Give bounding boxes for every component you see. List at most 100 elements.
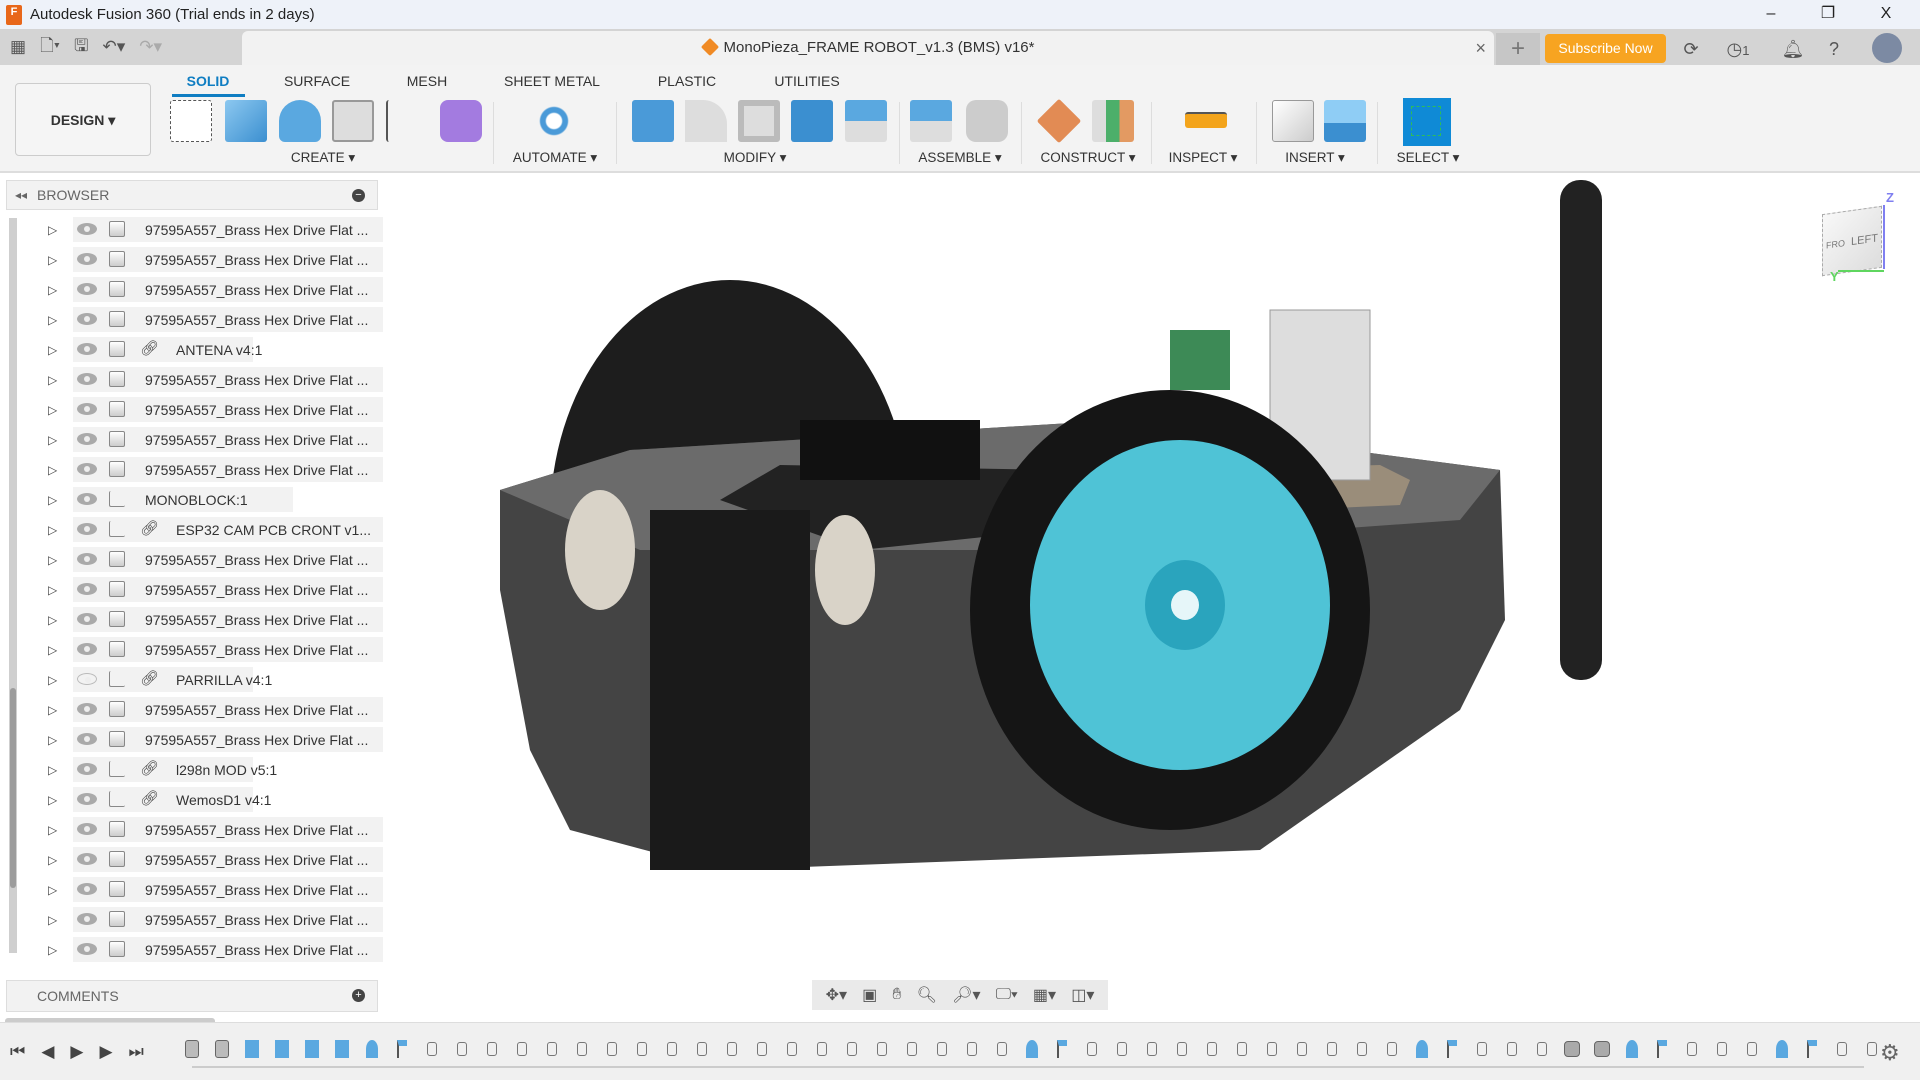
timeline-split-icon[interactable]	[1590, 1038, 1614, 1060]
visibility-eye-icon[interactable]	[77, 823, 97, 835]
visibility-eye-icon[interactable]	[77, 943, 97, 955]
go-to-end-icon[interactable]: ⏭	[129, 1042, 144, 1062]
visibility-eye-icon[interactable]	[77, 223, 97, 235]
redo-icon[interactable]: ↷▾	[139, 37, 162, 57]
visibility-eye-icon[interactable]	[77, 523, 97, 535]
visibility-eye-icon[interactable]	[77, 613, 97, 625]
timeline-move-icon[interactable]	[1260, 1038, 1284, 1060]
add-comment-icon[interactable]: +	[352, 989, 365, 1002]
browser-item[interactable]: ▷ 97595A557_Brass Hex Drive Flat ...	[48, 247, 383, 272]
job-status-button[interactable]: ◷1	[1718, 35, 1758, 63]
browser-item[interactable]: ▷ 🔗︎ ESP32 CAM PCB CRONT v1...	[48, 517, 383, 542]
press-pull-icon[interactable]	[632, 100, 674, 142]
visibility-eye-icon[interactable]	[77, 253, 97, 265]
browser-item[interactable]: ▷ MONOBLOCK:1	[48, 487, 293, 512]
minimize-button[interactable]: –	[1743, 0, 1799, 29]
visibility-eye-icon[interactable]	[77, 733, 97, 745]
browser-item[interactable]: ▷ 97595A557_Brass Hex Drive Flat ...	[48, 697, 383, 722]
browser-item[interactable]: ▷ 97595A557_Brass Hex Drive Flat ...	[48, 367, 383, 392]
browser-item[interactable]: ▷ 🔗︎ l298n MOD v5:1	[48, 757, 277, 782]
timeline-move-icon[interactable]	[660, 1038, 684, 1060]
visibility-eye-icon[interactable]	[77, 343, 97, 355]
midplane-icon[interactable]	[1092, 100, 1134, 142]
tab-solid[interactable]: SOLID	[187, 73, 230, 89]
visibility-eye-icon[interactable]	[77, 703, 97, 715]
timeline-move-icon[interactable]	[600, 1038, 624, 1060]
visibility-eye-icon[interactable]	[77, 763, 97, 775]
visibility-eye-icon[interactable]	[77, 793, 97, 805]
timeline-move-icon[interactable]	[1530, 1038, 1554, 1060]
timeline-extrude-icon[interactable]	[330, 1038, 354, 1060]
timeline-extrude-icon[interactable]	[240, 1038, 264, 1060]
file-menu-icon[interactable]: 🗋▾	[40, 33, 60, 62]
timeline-move-icon[interactable]	[1320, 1038, 1344, 1060]
timeline-move-icon[interactable]	[780, 1038, 804, 1060]
visibility-eye-icon[interactable]	[77, 433, 97, 445]
timeline-move-icon[interactable]	[1470, 1038, 1494, 1060]
collapse-browser-icon[interactable]: ◂◂	[15, 181, 27, 209]
timeline-move-icon[interactable]	[1350, 1038, 1374, 1060]
pan-hand-icon[interactable]: ✋︎	[892, 986, 901, 1004]
timeline-move-icon[interactable]	[1080, 1038, 1104, 1060]
browser-item[interactable]: ▷ 97595A557_Brass Hex Drive Flat ...	[48, 577, 383, 602]
notifications-bell-icon[interactable]: 🔔︎	[1779, 35, 1807, 63]
user-avatar[interactable]	[1872, 33, 1902, 63]
expand-arrow-icon[interactable]: ▷	[48, 793, 60, 807]
expand-arrow-icon[interactable]: ▷	[48, 373, 60, 387]
extensions-icon[interactable]: ⟳	[1677, 35, 1705, 63]
new-tab-button[interactable]: +	[1496, 33, 1540, 65]
new-component-icon[interactable]	[910, 100, 952, 142]
timeline-move-icon[interactable]	[480, 1038, 504, 1060]
timeline-move-icon[interactable]	[450, 1038, 474, 1060]
timeline-extrude-icon[interactable]	[270, 1038, 294, 1060]
create-menu[interactable]: CREATE ▾	[291, 150, 355, 166]
timeline-move-icon[interactable]	[1200, 1038, 1224, 1060]
timeline-move-icon[interactable]	[870, 1038, 894, 1060]
construct-menu[interactable]: CONSTRUCT ▾	[1040, 150, 1135, 166]
document-tab[interactable]: MonoPieza_FRAME ROBOT_v1.3 (BMS) v16* ×	[242, 31, 1494, 65]
visibility-eye-icon[interactable]	[77, 583, 97, 595]
workspace-switcher[interactable]: DESIGN ▾	[15, 83, 151, 156]
visibility-eye-icon[interactable]	[77, 283, 97, 295]
timeline-move-icon[interactable]	[1170, 1038, 1194, 1060]
step-forward-icon[interactable]: ▶	[99, 1042, 112, 1062]
browser-item[interactable]: ▷ 97595A557_Brass Hex Drive Flat ...	[48, 397, 383, 422]
assemble-menu[interactable]: ASSEMBLE ▾	[918, 150, 1001, 166]
step-back-icon[interactable]: ◀	[41, 1042, 54, 1062]
insert-derive-icon[interactable]	[1272, 100, 1314, 142]
expand-arrow-icon[interactable]: ▷	[48, 883, 60, 897]
expand-arrow-icon[interactable]: ▷	[48, 403, 60, 417]
visibility-eye-icon[interactable]	[77, 643, 97, 655]
timeline-joint-icon[interactable]	[1410, 1038, 1434, 1060]
timeline-move-icon[interactable]	[1830, 1038, 1854, 1060]
browser-item[interactable]: ▷ 97595A557_Brass Hex Drive Flat ...	[48, 877, 383, 902]
visibility-eye-icon[interactable]	[77, 403, 97, 415]
timeline-joint-icon[interactable]	[1620, 1038, 1644, 1060]
revolve-icon[interactable]	[279, 100, 321, 142]
timeline-move-icon[interactable]	[990, 1038, 1014, 1060]
timeline-move-icon[interactable]	[630, 1038, 654, 1060]
expand-arrow-icon[interactable]: ▷	[48, 733, 60, 747]
expand-arrow-icon[interactable]: ▷	[48, 523, 60, 537]
expand-arrow-icon[interactable]: ▷	[48, 673, 60, 687]
create-sketch-icon[interactable]	[170, 100, 212, 142]
timeline-move-icon[interactable]	[1710, 1038, 1734, 1060]
display-settings-icon[interactable]: 🖵▾	[996, 986, 1018, 1004]
select-menu[interactable]: SELECT ▾	[1397, 150, 1460, 166]
browser-item[interactable]: ▷ 97595A557_Brass Hex Drive Flat ...	[48, 607, 383, 632]
timeline-move-icon[interactable]	[810, 1038, 834, 1060]
timeline-move-icon[interactable]	[1740, 1038, 1764, 1060]
browser-item[interactable]: ▷ 97595A557_Brass Hex Drive Flat ...	[48, 277, 383, 302]
timeline-move-icon[interactable]	[540, 1038, 564, 1060]
visibility-eye-icon[interactable]	[77, 493, 97, 505]
model-viewport[interactable]	[480, 170, 1640, 950]
timeline-move-icon[interactable]	[1290, 1038, 1314, 1060]
tab-plastic[interactable]: PLASTIC	[658, 73, 716, 89]
expand-arrow-icon[interactable]: ▷	[48, 643, 60, 657]
split-body-icon[interactable]	[845, 100, 887, 142]
browser-item[interactable]: ▷ 🔗︎ WemosD1 v4:1	[48, 787, 271, 812]
browser-panel-header[interactable]: ◂◂ BROWSER −	[6, 180, 378, 210]
inspect-menu[interactable]: INSPECT ▾	[1169, 150, 1238, 166]
timeline-split-icon[interactable]	[1560, 1038, 1584, 1060]
expand-arrow-icon[interactable]: ▷	[48, 283, 60, 297]
